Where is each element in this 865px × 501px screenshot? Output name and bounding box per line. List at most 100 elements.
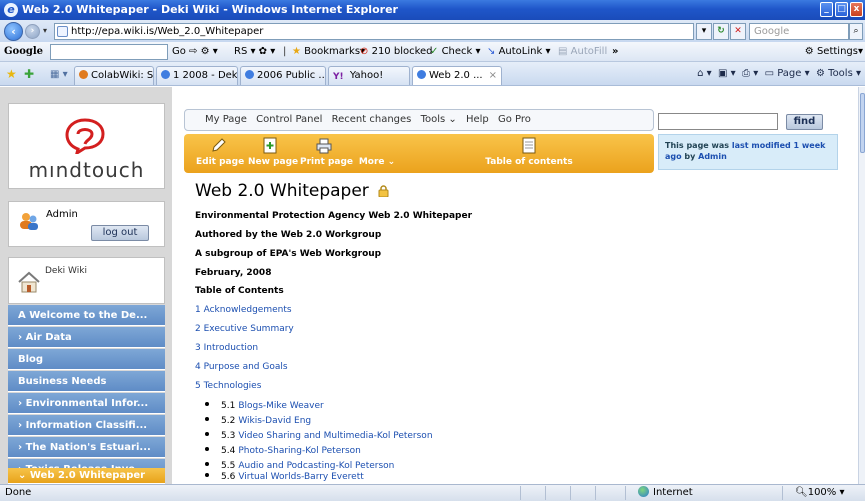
- history-dropdown-icon[interactable]: ▾: [43, 26, 47, 35]
- nav-tools-menu[interactable]: Tools ⌄: [421, 114, 457, 125]
- toc-sub-item: 5.2 Wikis-David Eng: [205, 416, 311, 426]
- main-content: My Page Control Panel Recent changes Too…: [181, 87, 858, 484]
- sidebar-item-welcome[interactable]: A Welcome to the De...: [8, 305, 165, 326]
- print-page-button[interactable]: Print page: [300, 137, 353, 171]
- toolbar-overflow-icon[interactable]: »: [612, 42, 618, 62]
- modified-by-user-link[interactable]: Admin: [698, 152, 727, 161]
- minimize-button[interactable]: _: [820, 2, 833, 17]
- mindtouch-logo-icon[interactable]: [65, 118, 105, 154]
- scrollbar-thumb[interactable]: [860, 93, 865, 153]
- subtitle-line: Environmental Protection Agency Web 2.0 …: [195, 211, 473, 221]
- edit-page-button[interactable]: Edit page: [196, 137, 244, 171]
- nav-my-page[interactable]: My Page: [205, 114, 247, 125]
- nav-control-panel[interactable]: Control Panel: [256, 114, 322, 125]
- toc-link-photo-sharing[interactable]: Photo-Sharing-Kol Peterson: [238, 446, 361, 456]
- bookmarks-button[interactable]: ★ Bookmarks▾: [292, 42, 365, 62]
- spell-check-button[interactable]: ✓ Check ▾: [430, 42, 481, 62]
- back-button[interactable]: ‹: [4, 22, 23, 41]
- home-house-icon: [18, 271, 40, 293]
- toc-link-introduction[interactable]: 3 Introduction: [195, 343, 258, 353]
- search-icon[interactable]: ⌕: [849, 23, 863, 40]
- quick-tabs-icon[interactable]: ▦ ▾: [50, 69, 68, 80]
- home-icon[interactable]: ⌂ ▾: [697, 68, 712, 79]
- sidebar-item-information[interactable]: › Information Classifi...: [8, 415, 165, 436]
- google-search-input[interactable]: [50, 44, 168, 60]
- google-go-button[interactable]: Go ⇨ ⚙ ▾: [172, 42, 218, 62]
- close-tab-icon[interactable]: ×: [489, 70, 497, 81]
- toc-link-technologies[interactable]: 5 Technologies: [195, 381, 261, 391]
- forward-button[interactable]: ›: [25, 24, 40, 39]
- page-viewport: mındtouch Admin log out Deki Wiki A Welc…: [0, 87, 858, 484]
- toc-link-audio-podcasting[interactable]: Audio and Podcasting-Kol Peterson: [238, 461, 394, 471]
- toc-link-acknowledgements[interactable]: 1 Acknowledgements: [195, 305, 292, 315]
- refresh-icon[interactable]: ↻: [713, 23, 729, 40]
- maximize-button[interactable]: □: [835, 2, 848, 17]
- logo-box: mındtouch: [8, 103, 165, 189]
- search-input[interactable]: Google: [749, 23, 849, 40]
- sidebar: mındtouch Admin log out Deki Wiki A Welc…: [0, 87, 172, 484]
- vertical-scrollbar[interactable]: [858, 87, 865, 484]
- sidebar-item-estuaries[interactable]: › The Nation's Estuari...: [8, 437, 165, 458]
- toc-link-blogs[interactable]: Blogs-Mike Weaver: [238, 401, 323, 411]
- logout-button[interactable]: log out: [91, 225, 149, 241]
- internet-zone-icon: [638, 486, 649, 497]
- sidebar-item-blog[interactable]: Blog: [8, 349, 165, 370]
- toc-link-virtual-worlds[interactable]: Virtual Worlds-Barry Everett: [238, 472, 363, 482]
- page-icon: [57, 26, 68, 37]
- new-page-button[interactable]: New page: [248, 137, 298, 171]
- date-line: February, 2008: [195, 268, 272, 278]
- author-line: Authored by the Web 2.0 Workgroup: [195, 230, 382, 240]
- tab-web20-active[interactable]: Web 2.0 ... ×: [412, 66, 502, 85]
- settings-button[interactable]: ⚙ Settings▾: [805, 42, 863, 62]
- lock-icon[interactable]: [378, 185, 389, 197]
- feeds-icon[interactable]: ▣ ▾: [718, 68, 736, 79]
- url-dropdown-icon[interactable]: ▾: [696, 23, 712, 40]
- status-bar: Done Internet 🔍︎100% ▾: [0, 484, 865, 501]
- print-icon[interactable]: ⎙ ▾: [742, 68, 758, 79]
- page-toolbar: Edit page New page Print page More ⌄ Tab…: [184, 134, 654, 173]
- toc-link-purpose-goals[interactable]: 4 Purpose and Goals: [195, 362, 288, 372]
- window-title: Web 2.0 Whitepaper - Deki Wiki - Windows…: [22, 3, 398, 16]
- popup-blocked-button[interactable]: ⊘ 210 blocked: [360, 42, 433, 62]
- tab-bar: ★ ✚ ▦ ▾ ColabWiki: S... 1 2008 - Deki...…: [0, 62, 865, 86]
- nav-header[interactable]: Deki Wiki: [8, 257, 165, 304]
- google-toolbar: Google Go ⇨ ⚙ ▾ RS ▾ ✿ ▾ | ★ Bookmarks▾ …: [0, 42, 865, 62]
- find-button[interactable]: find: [786, 114, 823, 130]
- nav-help[interactable]: Help: [466, 114, 489, 125]
- add-favorites-icon[interactable]: ✚: [24, 67, 34, 81]
- tab-colabwiki[interactable]: ColabWiki: S...: [74, 66, 154, 85]
- favorites-star-icon[interactable]: ★: [6, 67, 17, 81]
- security-zone[interactable]: Internet: [638, 485, 693, 501]
- toc-link-wikis[interactable]: Wikis-David Eng: [238, 416, 311, 426]
- tools-menu[interactable]: ⚙ Tools ▾: [816, 68, 861, 79]
- stop-icon[interactable]: ✕: [730, 23, 746, 40]
- window-title-bar: e Web 2.0 Whitepaper - Deki Wiki - Windo…: [0, 0, 865, 20]
- toc-heading: Table of Contents: [195, 286, 284, 296]
- contents-list-icon: [522, 137, 536, 154]
- close-button[interactable]: x: [850, 2, 863, 17]
- more-menu-button[interactable]: More ⌄: [356, 137, 398, 171]
- toc-link-video-sharing[interactable]: Video Sharing and Multimedia-Kol Peterso…: [238, 431, 432, 441]
- tab-2006-public[interactable]: 2006 Public ...: [240, 66, 326, 85]
- autolink-button[interactable]: ↘ AutoLink ▾: [487, 42, 550, 62]
- tab-yahoo[interactable]: Y! Yahoo!: [328, 66, 410, 85]
- google-logo[interactable]: Google: [4, 42, 43, 62]
- url-input[interactable]: http://epa.wiki.is/Web_2.0_Whitepaper: [54, 23, 694, 40]
- rs-button[interactable]: RS ▾ ✿ ▾: [234, 42, 275, 62]
- autofill-button[interactable]: ▤ AutoFill: [558, 42, 607, 62]
- wiki-search-input[interactable]: [658, 113, 778, 130]
- nav-go-pro[interactable]: Go Pro: [498, 114, 531, 125]
- new-page-icon: [263, 137, 277, 154]
- sidebar-item-environmental[interactable]: › Environmental Infor...: [8, 393, 165, 414]
- sidebar-item-business-needs[interactable]: Business Needs: [8, 371, 165, 392]
- toc-link-executive-summary[interactable]: 2 Executive Summary: [195, 324, 294, 334]
- tab-deki-2008[interactable]: 1 2008 - Deki...: [156, 66, 238, 85]
- nav-recent-changes[interactable]: Recent changes: [332, 114, 412, 125]
- page-menu[interactable]: ▭ Page ▾: [765, 68, 810, 79]
- sidebar-item-web20-active[interactable]: ⌄ Web 2.0 Whitepaper: [8, 468, 165, 484]
- table-of-contents-button[interactable]: Table of contents: [484, 137, 574, 171]
- command-bar: ⌂ ▾ ▣ ▾ ⎙ ▾ ▭ Page ▾ ⚙ Tools ▾: [697, 62, 861, 86]
- sidebar-item-air-data[interactable]: › Air Data: [8, 327, 165, 348]
- zoom-level[interactable]: 🔍︎100% ▾: [795, 485, 845, 501]
- address-bar: ‹ › ▾ http://epa.wiki.is/Web_2.0_Whitepa…: [0, 20, 865, 42]
